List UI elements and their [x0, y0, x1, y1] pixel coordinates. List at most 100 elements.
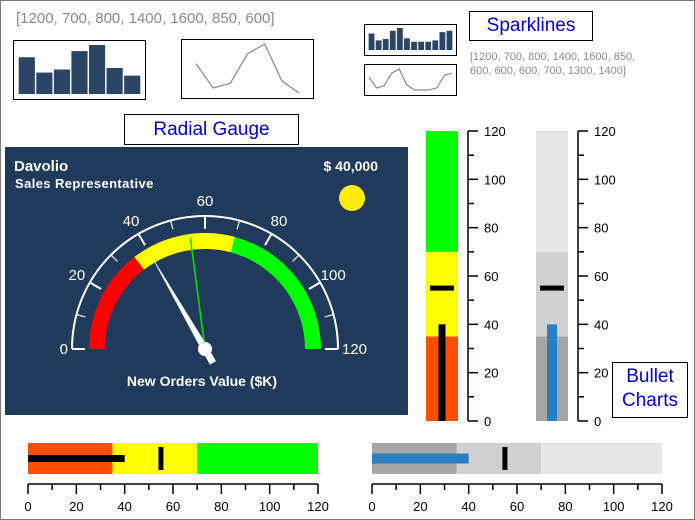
- bullet-band: [112, 443, 198, 474]
- sparkline-bar-large: [18, 45, 141, 94]
- sparkline-values-line-1: [1200, 700, 800, 1400, 1600, 850,: [470, 51, 636, 63]
- bullet-target-marker: [540, 285, 564, 291]
- bullet-tick-label: 100: [484, 172, 506, 187]
- sparkline-bar: [88, 45, 106, 94]
- gauge-amount: $ 40,000: [324, 158, 379, 174]
- sparkline-bar: [36, 72, 53, 94]
- bullet-band: [536, 251, 568, 337]
- bullet-tick-label: 40: [461, 499, 475, 514]
- sparkline-bar: [53, 69, 71, 94]
- sparkline-bar: [106, 67, 123, 94]
- sparkline-bar-large-box: [13, 40, 146, 100]
- sparkline-bar: [18, 57, 35, 94]
- sparkline-bar: [389, 30, 396, 50]
- gauge-tick-label: 80: [271, 213, 288, 230]
- bullet-tick-label: 60: [166, 499, 180, 514]
- sparkline-bar: [71, 51, 88, 94]
- gauge-tick-label: 120: [342, 341, 367, 358]
- bullet-horizontal-gray: 0 20 40 60 80 100 120: [368, 443, 673, 514]
- bullet-target-marker: [502, 447, 508, 470]
- bullet-tick-label: 120: [594, 124, 616, 139]
- gauge-needle-hub: [198, 342, 212, 356]
- bullet-tick-label: 120: [651, 499, 673, 514]
- bullet-tick-label: 0: [594, 414, 601, 429]
- bullet-tick-label: 100: [603, 499, 625, 514]
- bullet-tick-label: 80: [484, 221, 498, 236]
- sparkline-bar: [368, 33, 375, 50]
- bullet-tick-label: 60: [594, 269, 608, 284]
- bullet-vertical-color: 0 20 40 60 80 100 120: [426, 124, 506, 429]
- gauge-person-role: Sales Representative: [15, 176, 154, 191]
- sparkline-line: [368, 68, 453, 91]
- bullet-tick-label: 80: [214, 499, 228, 514]
- bullet-value-bar: [547, 324, 557, 421]
- bullet-tick-label: 40: [117, 499, 131, 514]
- bullet-charts-title-line-1: Bullet: [626, 366, 674, 387]
- gauge-tick-label: 100: [321, 267, 346, 284]
- bullet-band: [426, 131, 458, 252]
- bullet-value-bar: [438, 324, 446, 421]
- sparkline-bar: [375, 40, 382, 50]
- sparkline-line-small: [368, 68, 453, 91]
- bullet-tick-label: 40: [594, 317, 608, 332]
- bullet-target-marker: [430, 285, 454, 291]
- sparkline-bar: [411, 41, 417, 50]
- bullet-tick-label: 80: [594, 221, 608, 236]
- sparkline-bar: [396, 28, 403, 50]
- bullet-tick-label: 80: [558, 499, 572, 514]
- sparkline-bar-small-box: [364, 24, 457, 56]
- bullet-value-bar: [28, 455, 125, 462]
- sparkline-values-line-2: 600, 600, 600, 700, 1300, 1400]: [470, 65, 626, 77]
- bullet-tick-label: 20: [594, 366, 608, 381]
- gauge-tick-label: 40: [123, 213, 140, 230]
- sun-icon: [339, 185, 365, 211]
- bullet-band: [426, 251, 458, 337]
- sparkline-line: [195, 43, 300, 94]
- bullet-charts-title: Bullet Charts: [612, 362, 688, 418]
- gauge-label: New Orders Value ($K): [127, 373, 277, 389]
- sparkline-line-large-box: [181, 39, 314, 99]
- bullet-tick-label: 100: [259, 499, 281, 514]
- bullet-tick-label: 100: [594, 172, 616, 187]
- sparkline-values-text-small: [1200, 700, 800, 1400, 1600, 850, 600, 6…: [470, 50, 635, 78]
- sparkline-bar: [418, 41, 425, 50]
- radial-gauge-panel: Davolio Sales Representative $ 40,000 0 2…: [5, 147, 408, 415]
- bullet-tick-label: 40: [484, 317, 498, 332]
- sparkline-values-text: [1200, 700, 800, 1400, 1600, 850, 600]: [16, 10, 275, 27]
- bullet-horizontal-color: 0 20 40 60 80 100 120: [24, 443, 329, 514]
- bullet-tick-label: 60: [484, 269, 498, 284]
- bullet-band: [541, 443, 662, 474]
- sparkline-bar: [439, 32, 446, 50]
- gauge-tick-label: 0: [60, 341, 68, 358]
- bullet-tick-label: 120: [307, 499, 329, 514]
- bullet-target-marker: [158, 447, 164, 470]
- gauge-tick-label: 20: [68, 267, 85, 284]
- sparkline-bar: [404, 38, 410, 50]
- bullet-charts-title-line-2: Charts: [622, 390, 678, 411]
- gauge-person-name: Davolio: [14, 158, 68, 175]
- sparkline-bar: [382, 39, 389, 50]
- bullet-band: [197, 443, 318, 474]
- bullet-tick-label: 0: [24, 499, 31, 514]
- sparkline-bar: [124, 75, 141, 94]
- bullet-vertical-gray: 0 20 40 60 80 100 120: [536, 124, 616, 429]
- bullet-tick-label: 0: [368, 499, 375, 514]
- bullet-tick-label: 0: [484, 414, 491, 429]
- bullet-band: [536, 131, 568, 252]
- bullet-tick-label: 60: [510, 499, 524, 514]
- sparklines-title: Sparklines: [469, 11, 593, 41]
- sparkline-line-small-box: [364, 64, 457, 96]
- bullet-band: [456, 443, 542, 474]
- sparkline-bar-small: [368, 28, 453, 50]
- sparkline-bar: [425, 41, 432, 50]
- bullet-tick-label: 120: [484, 124, 506, 139]
- sparkline-bar: [432, 40, 439, 50]
- bullet-value-bar: [372, 453, 469, 464]
- bullet-tick-label: 20: [69, 499, 83, 514]
- bullet-tick-label: 20: [484, 366, 498, 381]
- radial-gauge-title: Radial Gauge: [124, 114, 299, 145]
- sparkline-line-large: [195, 43, 300, 94]
- sparkline-bar: [446, 30, 453, 50]
- gauge-tick-label: 60: [197, 193, 214, 210]
- bullet-tick-label: 20: [413, 499, 427, 514]
